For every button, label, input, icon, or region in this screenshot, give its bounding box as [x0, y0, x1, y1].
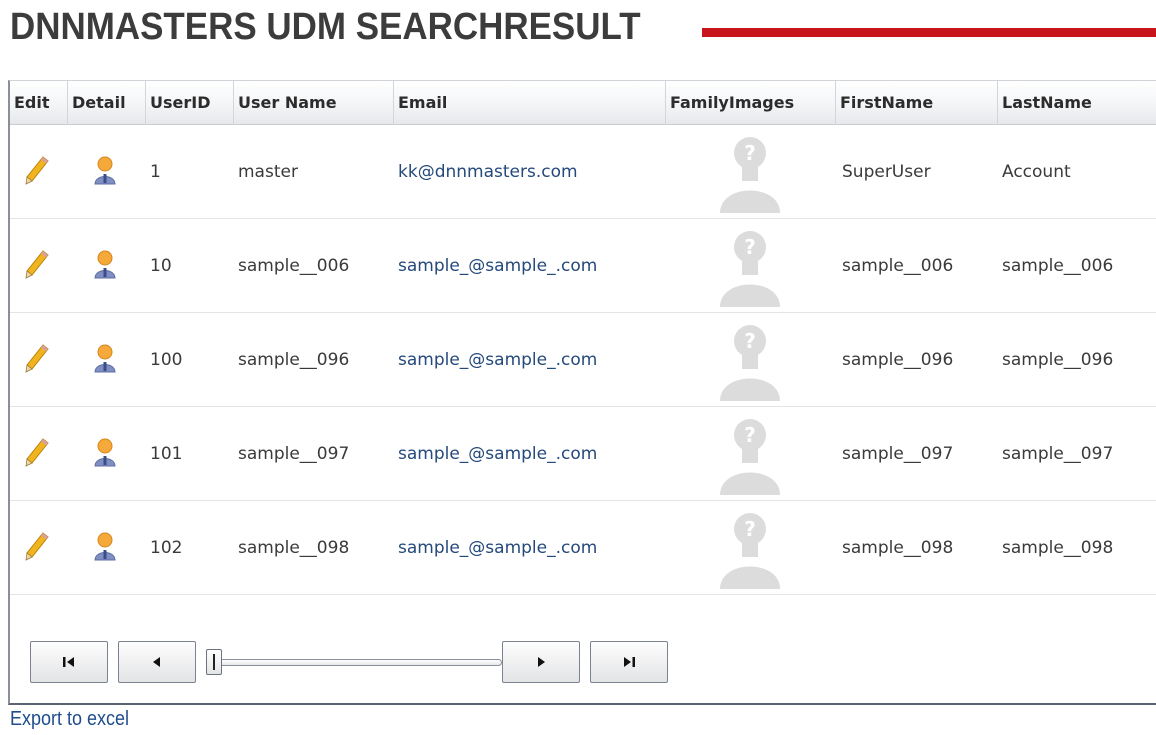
cell-username: sample__096	[238, 350, 350, 370]
placeholder-avatar-icon: ?	[718, 505, 782, 593]
family-image: ?	[718, 505, 782, 593]
table-row: 102 sample__098 sample_@sample_.com? sample…	[10, 501, 1156, 595]
user-icon	[92, 155, 118, 189]
table-row: 10 sample__006 sample_@sample_.com? sample_…	[10, 219, 1156, 313]
pencil-icon	[24, 343, 50, 377]
column-header-familyimages[interactable]: FamilyImages	[666, 81, 836, 125]
user-icon	[92, 531, 118, 565]
cell-username: sample__098	[238, 538, 350, 558]
page-slider-thumb[interactable]	[206, 649, 222, 675]
table-row: 100 sample__096 sample_@sample_.com? sample…	[10, 313, 1156, 407]
user-icon	[92, 249, 118, 283]
cell-firstname: sample__097	[842, 444, 954, 464]
cell-lastname: sample__098	[1002, 538, 1114, 558]
cell-username: sample__006	[238, 256, 350, 276]
title-accent-bar	[702, 28, 1156, 37]
pencil-icon	[24, 437, 50, 471]
user-icon	[92, 343, 118, 377]
last-page-button[interactable]	[590, 641, 668, 683]
cell-firstname: SuperUser	[842, 162, 931, 182]
family-image: ?	[718, 317, 782, 405]
prev-page-button[interactable]	[118, 641, 196, 683]
pencil-icon	[24, 155, 50, 189]
detail-button[interactable]	[92, 125, 118, 219]
cell-email[interactable]: sample_@sample_.com	[398, 219, 666, 313]
detail-button[interactable]	[92, 313, 118, 407]
cell-lastname: Account	[1002, 162, 1071, 182]
svg-text:?: ?	[744, 423, 756, 447]
cell-userid: 1	[150, 162, 161, 182]
cell-email[interactable]: sample_@sample_.com	[398, 501, 666, 595]
column-header-username[interactable]: User Name	[234, 81, 394, 125]
next-page-button[interactable]	[502, 641, 580, 683]
cell-lastname: sample__096	[1002, 350, 1114, 370]
cell-firstname: sample__006	[842, 256, 954, 276]
prev-page-icon	[153, 657, 160, 667]
pencil-icon	[24, 249, 50, 283]
cell-username: sample__097	[238, 444, 350, 464]
edit-button[interactable]	[24, 407, 50, 501]
pencil-icon	[24, 531, 50, 565]
table-row: 1 master kk@dnnmasters.com? SuperUser Accoun…	[10, 125, 1156, 219]
column-header-userid[interactable]: UserID	[146, 81, 234, 125]
placeholder-avatar-icon: ?	[718, 129, 782, 217]
svg-text:?: ?	[744, 141, 756, 165]
family-image: ?	[718, 129, 782, 217]
column-header-lastname[interactable]: LastName	[998, 81, 1156, 125]
cell-username: master	[238, 162, 298, 182]
table-row: 101 sample__097 sample_@sample_.com? sample…	[10, 407, 1156, 501]
first-page-button[interactable]	[30, 641, 108, 683]
cell-lastname: sample__097	[1002, 444, 1114, 464]
next-page-icon	[538, 657, 545, 667]
pager	[10, 641, 710, 691]
export-to-excel-link[interactable]: Export to excel	[10, 708, 129, 731]
detail-button[interactable]	[92, 501, 118, 595]
cell-firstname: sample__098	[842, 538, 954, 558]
cell-email[interactable]: sample_@sample_.com	[398, 407, 666, 501]
cell-lastname: sample__006	[1002, 256, 1114, 276]
cell-email[interactable]: kk@dnnmasters.com	[398, 125, 666, 219]
page-title: DNNMASTERS UDM SEARCHRESULT	[10, 6, 641, 48]
svg-text:?: ?	[744, 235, 756, 259]
detail-button[interactable]	[92, 407, 118, 501]
first-page-icon	[63, 657, 74, 667]
detail-button[interactable]	[92, 219, 118, 313]
cell-userid: 101	[150, 444, 183, 464]
cell-userid: 100	[150, 350, 183, 370]
edit-button[interactable]	[24, 125, 50, 219]
svg-text:?: ?	[744, 329, 756, 353]
cell-userid: 102	[150, 538, 183, 558]
edit-button[interactable]	[24, 313, 50, 407]
search-result-grid: Edit Detail UserID User Name Email Famil…	[8, 80, 1156, 705]
user-icon	[92, 437, 118, 471]
grid-header: Edit Detail UserID User Name Email Famil…	[10, 81, 1156, 125]
column-header-email[interactable]: Email	[394, 81, 666, 125]
placeholder-avatar-icon: ?	[718, 317, 782, 405]
placeholder-avatar-icon: ?	[718, 411, 782, 499]
column-header-firstname[interactable]: FirstName	[836, 81, 998, 125]
cell-firstname: sample__096	[842, 350, 954, 370]
last-page-icon	[624, 657, 635, 667]
edit-button[interactable]	[24, 501, 50, 595]
edit-button[interactable]	[24, 219, 50, 313]
placeholder-avatar-icon: ?	[718, 223, 782, 311]
page-slider-track[interactable]	[214, 659, 502, 666]
family-image: ?	[718, 411, 782, 499]
svg-text:?: ?	[744, 517, 756, 541]
column-header-edit[interactable]: Edit	[10, 81, 68, 125]
family-image: ?	[718, 223, 782, 311]
column-header-detail[interactable]: Detail	[68, 81, 146, 125]
cell-userid: 10	[150, 256, 172, 276]
cell-email[interactable]: sample_@sample_.com	[398, 313, 666, 407]
